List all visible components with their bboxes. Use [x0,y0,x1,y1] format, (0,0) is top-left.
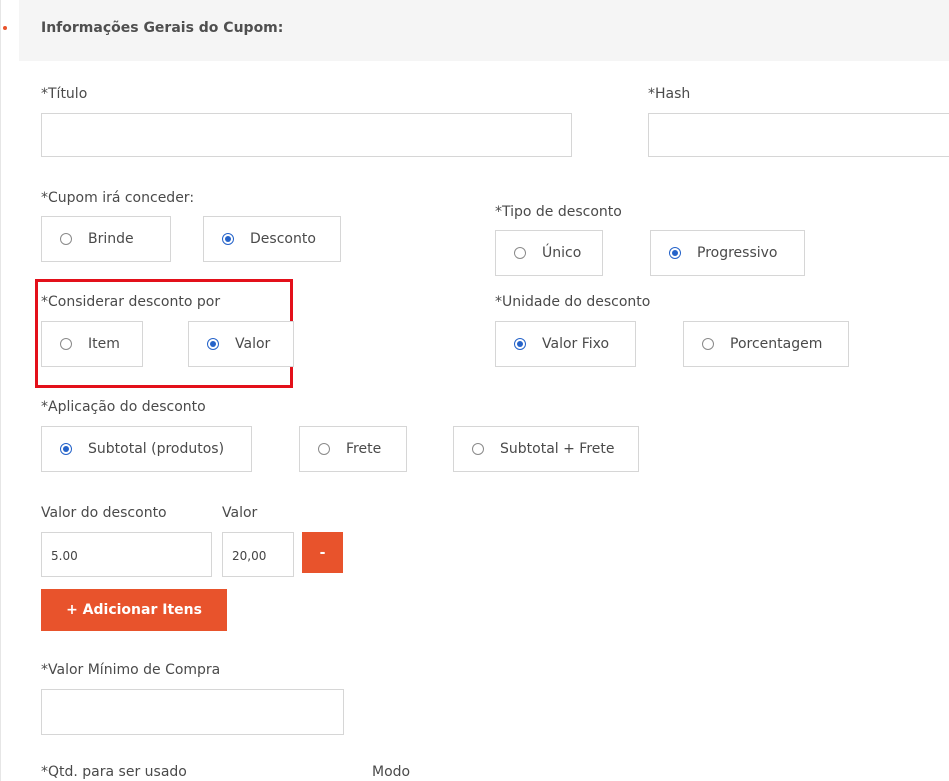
radio-unchecked-icon [60,233,72,245]
radio-unchecked-icon [514,247,526,259]
radio-option-label: Progressivo [697,245,778,261]
radio-option-valor[interactable]: Valor [188,321,294,367]
radio-option-subtotal-frete[interactable]: Subtotal + Frete [453,426,639,472]
radio-unchecked-icon [702,338,714,350]
radio-option-label: Valor Fixo [542,336,610,352]
considerar-label: *Considerar desconto por [41,294,221,310]
panel-header: Informações Gerais do Cupom: [19,0,949,61]
radio-option-label: Porcentagem [730,336,823,352]
radio-checked-icon [60,443,72,455]
radio-checked-icon [669,247,681,259]
coupon-form-page: Informações Gerais do Cupom: *Título *Ha… [0,0,949,781]
edge-marker-icon [3,26,7,30]
radio-option-desconto[interactable]: Desconto [203,216,341,262]
valor-desconto-input[interactable]: 5.00 [41,532,212,577]
valor-minimo-label: *Valor Mínimo de Compra [41,662,221,678]
tipo-desconto-label: *Tipo de desconto [495,204,622,220]
radio-option-label: Subtotal (produtos) [88,441,225,457]
modo-label: Modo [372,764,411,780]
left-edge-divider [0,0,6,781]
radio-option-valor-fixo[interactable]: Valor Fixo [495,321,636,367]
radio-checked-icon [514,338,526,350]
valor-minimo-input[interactable] [41,689,344,735]
radio-option-unico[interactable]: Único [495,230,603,276]
radio-option-label: Valor [235,336,271,352]
hash-label: *Hash [648,86,691,102]
radio-option-label: Item [88,336,120,352]
panel-title: Informações Gerais do Cupom: [41,20,284,36]
unidade-label: *Unidade do desconto [495,294,651,310]
valor-label: Valor [222,505,258,521]
radio-checked-icon [207,338,219,350]
radio-option-item[interactable]: Item [41,321,143,367]
radio-option-label: Brinde [88,231,134,247]
add-items-button[interactable]: + Adicionar Itens [41,589,227,631]
titulo-label: *Título [41,86,88,102]
remove-item-button[interactable]: - [302,532,343,573]
radio-option-subtotal[interactable]: Subtotal (produtos) [41,426,252,472]
radio-option-brinde[interactable]: Brinde [41,216,171,262]
radio-option-frete[interactable]: Frete [299,426,407,472]
radio-option-label: Subtotal + Frete [500,441,615,457]
titulo-input[interactable] [41,113,572,157]
valor-desconto-label: Valor do desconto [41,505,167,521]
radio-unchecked-icon [60,338,72,350]
radio-option-progressivo[interactable]: Progressivo [650,230,805,276]
radio-option-label: Frete [346,441,382,457]
hash-input[interactable] [648,113,949,157]
radio-checked-icon [222,233,234,245]
radio-unchecked-icon [318,443,330,455]
aplicacao-label: *Aplicação do desconto [41,399,206,415]
valor-input[interactable]: 20,00 [222,532,294,577]
qtd-label: *Qtd. para ser usado [41,764,187,780]
radio-option-label: Único [542,245,582,261]
radio-unchecked-icon [472,443,484,455]
radio-option-label: Desconto [250,231,316,247]
radio-option-porcentagem[interactable]: Porcentagem [683,321,849,367]
concede-label: *Cupom irá conceder: [41,190,195,206]
